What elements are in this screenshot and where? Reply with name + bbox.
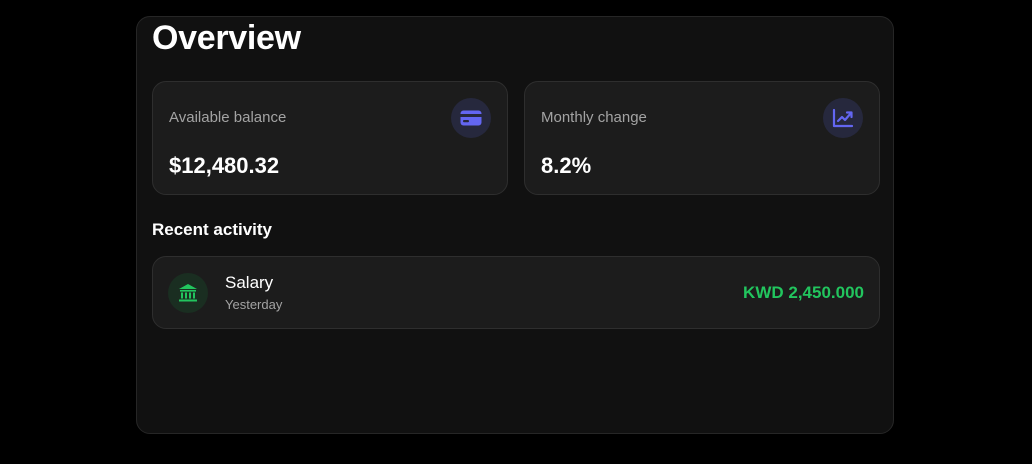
monthly-change-value: 8.2% <box>541 153 592 178</box>
available-balance-card: Available balance $12,480.32 <box>152 81 508 195</box>
available-balance-label: Available balance <box>169 109 287 126</box>
available-balance-value: $12,480.32 <box>169 153 280 178</box>
activity-item-salary[interactable]: Salary Yesterday KWD 2,450.000 <box>152 256 880 329</box>
activity-date: Yesterday <box>225 297 283 312</box>
credit-card-icon <box>451 98 491 138</box>
activity-amount: KWD 2,450.000 <box>743 283 864 302</box>
bank-icon <box>168 273 208 313</box>
recent-activity-heading: Recent activity <box>152 220 272 239</box>
page-title: Overview <box>152 19 301 57</box>
trending-up-chart-icon <box>823 98 863 138</box>
overview-panel: Overview Available balance $12,480.32 Mo… <box>136 16 894 434</box>
activity-title: Salary <box>225 273 274 292</box>
monthly-change-label: Monthly change <box>541 109 647 126</box>
monthly-change-card: Monthly change 8.2% <box>524 81 880 195</box>
